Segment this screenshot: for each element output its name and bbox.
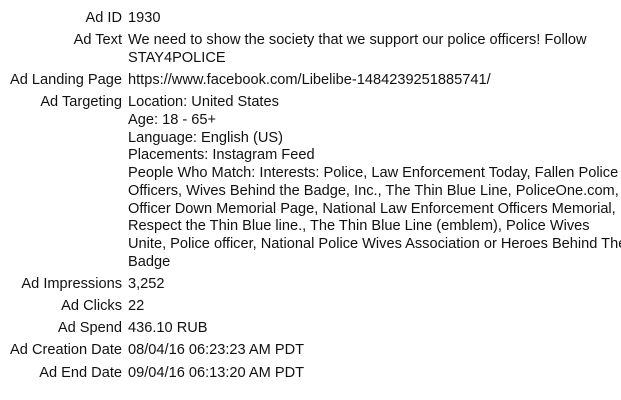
- value-line: 09/04/16 06:13:20 AM PDT: [128, 364, 305, 381]
- value-line: 22: [128, 298, 145, 315]
- value-line: Officers, Wives Behind the Badge, Inc., …: [128, 182, 619, 199]
- field-label: Ad Impressions: [21, 275, 122, 292]
- field-label: Ad Targeting: [40, 94, 122, 111]
- field-value: 1930: [128, 10, 610, 28]
- field-value: 22: [128, 298, 610, 316]
- value-line: Placements: Instagram Feed: [128, 147, 315, 164]
- value-line: Age: 18 - 65+: [128, 112, 217, 129]
- field-value: We need to show the society that we supp…: [128, 32, 610, 67]
- field-value: Location: United States Age: 18 - 65+ La…: [128, 94, 621, 271]
- field-ad-text: Ad Text We need to show the society that…: [0, 32, 621, 67]
- field-value: https://www.facebook.com/Libelibe-148423…: [128, 72, 610, 90]
- field-ad-clicks: Ad Clicks 22: [0, 298, 621, 316]
- field-ad-creation-date: Ad Creation Date 08/04/16 06:23:23 AM PD…: [0, 342, 621, 360]
- field-value: 3,252: [128, 276, 610, 294]
- field-label: Ad Text: [73, 32, 122, 49]
- value-line: We need to show the society that we supp…: [128, 32, 587, 49]
- ad-record-sheet: Ad ID 1930 Ad Text We need to show the s…: [0, 0, 621, 400]
- value-line: 08/04/16 06:23:23 AM PDT: [128, 342, 305, 359]
- field-ad-spend: Ad Spend 436.10 RUB: [0, 320, 621, 338]
- field-label: Ad Spend: [57, 320, 122, 337]
- field-label: Ad Clicks: [61, 298, 122, 315]
- field-ad-id: Ad ID 1930: [0, 10, 621, 28]
- field-value: 436.10 RUB: [128, 320, 610, 338]
- field-ad-end-date: Ad End Date 09/04/16 06:13:20 AM PDT: [0, 365, 621, 383]
- landing-page-url: https://www.facebook.com/Libelibe-148423…: [128, 72, 491, 89]
- field-label: Ad End Date: [39, 364, 122, 381]
- value-line: Respect the Thin Blue line., The Thin Bl…: [128, 218, 590, 235]
- value-line: 436.10 RUB: [128, 320, 208, 337]
- value-line: Language: English (US): [128, 129, 283, 146]
- value-line: 1930: [128, 10, 161, 26]
- field-ad-landing-page: Ad Landing Page https://www.facebook.com…: [0, 72, 621, 90]
- field-ad-targeting: Ad Targeting Location: United States Age…: [0, 94, 621, 271]
- field-value: 09/04/16 06:13:20 AM PDT: [128, 365, 610, 383]
- field-label: Ad Creation Date: [10, 342, 122, 359]
- field-value: 08/04/16 06:23:23 AM PDT: [128, 342, 610, 360]
- field-label: Ad ID: [85, 10, 123, 26]
- field-label: Ad Landing Page: [10, 72, 122, 89]
- value-line: People Who Match: Interests: Police, Law…: [128, 165, 619, 182]
- value-line: Unite, Police officer, National Police W…: [128, 235, 621, 252]
- value-line: 3,252: [128, 275, 165, 292]
- value-line: Officer Down Memorial Page, National Law…: [128, 200, 616, 217]
- value-line: Location: United States: [128, 94, 279, 111]
- value-line: STAY4POLICE: [128, 49, 226, 66]
- value-line: Badge: [128, 253, 171, 270]
- field-ad-impressions: Ad Impressions 3,252: [0, 276, 621, 294]
